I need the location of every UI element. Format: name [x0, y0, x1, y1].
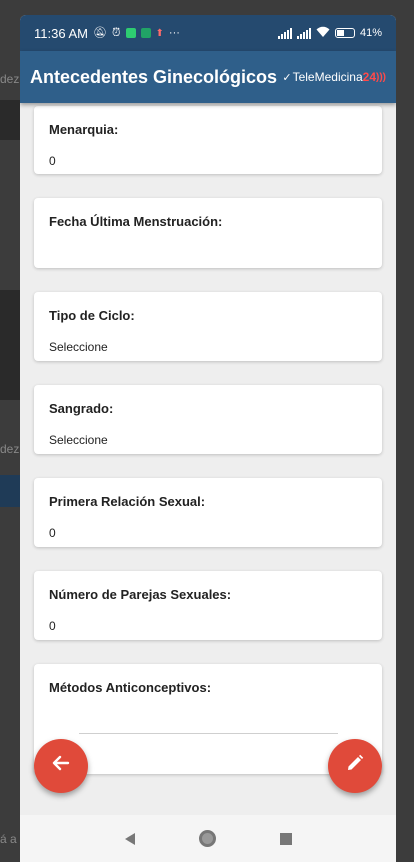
field-value[interactable]: 0 [49, 526, 367, 540]
field-underline [79, 733, 338, 734]
field-card-fecha-ultima-menstruacion[interactable]: Fecha Última Menstruación: [34, 198, 382, 268]
field-label: Primera Relación Sexual: [49, 494, 206, 509]
wifi-icon [316, 26, 330, 40]
sheets-icon [140, 28, 151, 38]
field-value[interactable] [49, 246, 367, 260]
more-icon: ··· [168, 26, 180, 39]
field-label: Sangrado: [49, 401, 114, 416]
field-label: Menarquia: [49, 122, 119, 137]
field-card-menarquia[interactable]: Menarquia: 0 [34, 106, 382, 174]
field-value[interactable]: 0 [49, 154, 367, 168]
check-icon: ✓ [282, 71, 292, 84]
field-card-numero-de-parejas-sexuales[interactable]: Número de Parejas Sexuales: 0 [34, 571, 382, 640]
field-select[interactable]: Seleccione [49, 340, 367, 354]
field-card-primera-relacion-sexual[interactable]: Primera Relación Sexual: 0 [34, 478, 382, 547]
battery-icon [334, 28, 355, 38]
alarm-icon: ⏰︎ [111, 26, 121, 39]
page-title: Antecedentes Ginecológicos [30, 66, 278, 87]
app-bar: Antecedentes Ginecológicos ✓ TeleMedicin… [20, 51, 396, 103]
field-value[interactable] [49, 712, 367, 726]
whatsapp-icon [125, 28, 136, 38]
edit-button[interactable] [328, 739, 382, 793]
field-label: Métodos Anticonceptivos: [49, 680, 212, 695]
battery-level: 41% [359, 27, 382, 39]
field-label: Fecha Última Menstruación: [49, 214, 223, 229]
background-text: dez [0, 72, 20, 86]
field-card-tipo-de-ciclo[interactable]: Tipo de Ciclo: Seleccione [34, 292, 382, 361]
form-list: Menarquia: 0 Fecha Última Menstruación: … [20, 103, 396, 774]
background-text: dez [0, 442, 20, 456]
brand-main: TeleMedicina [292, 70, 363, 84]
background-block [0, 100, 20, 140]
status-time: 11:36 AM [34, 25, 88, 41]
signal-icon [277, 27, 292, 39]
field-select[interactable]: Seleccione [49, 433, 367, 447]
field-card-sangrado[interactable]: Sangrado: Seleccione [34, 385, 382, 454]
nav-home-icon[interactable] [198, 830, 216, 847]
field-label: Tipo de Ciclo: [49, 308, 135, 323]
system-nav-bar [20, 815, 396, 862]
back-button[interactable] [34, 739, 88, 793]
signal-waves-icon: ))) [376, 71, 386, 83]
nav-recent-apps-icon[interactable] [279, 832, 292, 845]
mute-icon: 🔕︎ [92, 26, 107, 39]
nav-back-icon[interactable] [124, 832, 135, 845]
pencil-icon [345, 752, 365, 780]
phone-screen: 11:36 AM 🔕︎ ⏰︎ ⬆︎ ··· 41% Antecedentes G… [20, 15, 396, 862]
brand-logo: ✓ TeleMedicina 24 ))) [282, 70, 386, 84]
background-block [0, 290, 20, 400]
background-block [0, 475, 20, 507]
field-value[interactable]: 0 [49, 619, 367, 633]
arrow-left-icon [51, 752, 71, 780]
upload-icon: ⬆︎ [155, 27, 164, 39]
brand-accent: 24 [362, 70, 376, 84]
background-text: á a [0, 832, 17, 846]
field-label: Número de Parejas Sexuales: [49, 587, 232, 602]
signal-icon [296, 27, 311, 39]
status-bar: 11:36 AM 🔕︎ ⏰︎ ⬆︎ ··· 41% [20, 15, 396, 51]
